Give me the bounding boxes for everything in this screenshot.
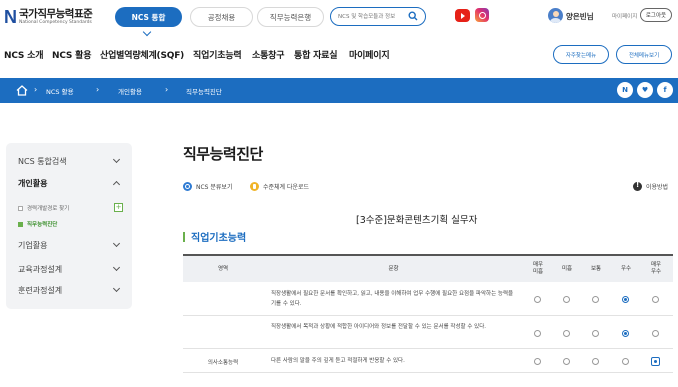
sidebar-item-business[interactable]: 기업활용	[18, 240, 47, 251]
bookmark-icon[interactable]: ♥	[637, 82, 653, 98]
breadcrumb: › NCS 활용 › 개인활용 › 직무능력진단 N ♥ f	[0, 78, 678, 103]
column-header-very-good: 매우 우수	[650, 262, 662, 275]
sidebar-subitem-career-path[interactable]: 경력개발경로 찾기	[18, 204, 69, 212]
tab-fair-hiring[interactable]: 공정채용	[190, 7, 253, 27]
avatar	[548, 8, 563, 23]
column-header-good: 우수	[620, 265, 632, 272]
column-header-domain: 영역	[217, 265, 229, 272]
rating-radio-good[interactable]	[622, 358, 629, 365]
info-icon	[633, 181, 642, 191]
question-text: 직장생활에서 필요한 문서를 확인하고, 읽고, 내용을 이해하여 업무 수행에…	[271, 291, 514, 307]
breadcrumb-item-diagnosis[interactable]: 직무능력진단	[186, 86, 222, 96]
column-header-average: 보통	[590, 265, 602, 272]
checkbox-icon	[18, 205, 23, 211]
breadcrumb-separator-icon: ›	[96, 85, 100, 94]
column-header-very-poor: 매우 미흡	[532, 262, 544, 275]
question-text: 직장생활에서 목적과 상황에 적합한 아이디어와 정보를 전달할 수 있는 문서…	[271, 324, 487, 330]
rating-radio-average[interactable]	[592, 330, 599, 337]
nav-item-communication[interactable]: 소통창구	[252, 48, 285, 61]
breadcrumb-item-ncs-use[interactable]: NCS 활용	[46, 86, 74, 96]
chevron-down-icon[interactable]	[112, 263, 121, 272]
table-row: 직장생활에서 필요한 문서를 확인하고, 읽고, 내용을 이해하여 업무 수행에…	[183, 282, 673, 316]
breadcrumb-separator-icon: ›	[34, 85, 38, 94]
sidebar-item-ncs-search[interactable]: NCS 통합검색	[18, 156, 67, 167]
sidebar-item-curriculum[interactable]: 교육과정설계	[18, 264, 62, 275]
usage-guide-button[interactable]: 이용방법	[633, 181, 668, 191]
logo-title: 국가직무능력표준	[19, 8, 93, 20]
chevron-up-icon[interactable]	[112, 180, 121, 189]
search-input[interactable]	[338, 11, 408, 22]
search-icon[interactable]	[408, 11, 418, 21]
breadcrumb-separator-icon: ›	[165, 85, 169, 94]
sidebar-item-training[interactable]: 훈련과정설계	[18, 285, 62, 296]
home-icon[interactable]	[16, 85, 28, 96]
breadcrumb-item-personal[interactable]: 개인활용	[118, 86, 142, 96]
column-header-poor: 미흡	[561, 265, 573, 272]
top-bar: N 국가직무능력표준 National Competency Standards…	[0, 0, 678, 37]
rating-radio-very-poor[interactable]	[534, 330, 541, 337]
rating-radio-good[interactable]	[622, 296, 629, 303]
nav-item-basic-competency[interactable]: 직업기초능력	[193, 48, 242, 61]
rating-radio-poor[interactable]	[563, 296, 570, 303]
all-menu-button[interactable]: 전체메뉴보기	[616, 45, 672, 64]
nav-item-ncs-use[interactable]: NCS 활용	[52, 48, 91, 61]
favorites-menu-button[interactable]: 자주찾는메뉴	[553, 45, 609, 64]
rating-radio-very-good[interactable]	[652, 330, 659, 337]
rating-radio-average[interactable]	[592, 296, 599, 303]
domain-label: 의사소통능력	[207, 360, 239, 366]
instagram-icon[interactable]	[475, 8, 489, 22]
rating-radio-very-poor[interactable]	[534, 296, 541, 303]
rating-radio-very-good[interactable]	[651, 357, 660, 366]
plus-icon[interactable]: +	[114, 203, 123, 212]
youtube-icon[interactable]	[455, 9, 470, 22]
rating-radio-average[interactable]	[592, 358, 599, 365]
nav-item-ncs-intro[interactable]: NCS 소개	[4, 48, 43, 61]
level-download-button[interactable]: 수준체계 다운로드	[250, 182, 309, 191]
search-icon	[183, 182, 192, 191]
table-row: 직장생활에서 목적과 상황에 적합한 아이디어와 정보를 전달할 수 있는 문서…	[183, 316, 673, 349]
rating-radio-poor[interactable]	[563, 358, 570, 365]
level-title: [3수준]문화콘텐츠기획 실무자	[356, 215, 478, 226]
user-name: 양은빈님	[566, 12, 594, 21]
question-text: 다른 사람의 말을 주의 깊게 듣고 적절하게 반응할 수 있다.	[271, 358, 405, 364]
table-header: 영역 문항 매우 미흡 미흡 보통 우수 매우 우수	[183, 254, 673, 282]
column-header-question: 문항	[388, 265, 399, 272]
sidebar-item-personal[interactable]: 개인활용	[18, 178, 47, 189]
ncs-logo-icon: N	[4, 7, 17, 27]
chevron-down-icon[interactable]	[112, 284, 121, 293]
search-box	[330, 7, 426, 26]
main-nav: NCS 소개 NCS 활용 산업별역량체계(SQF) 직업기초능력 소통창구 통…	[0, 40, 678, 70]
rating-radio-very-good[interactable]	[652, 296, 659, 303]
section-bar-icon	[183, 231, 185, 242]
tab-competency-bank[interactable]: 직무능력은행	[257, 7, 324, 27]
chevron-down-icon[interactable]	[112, 239, 121, 248]
nav-item-sqf[interactable]: 산업별역량체계(SQF)	[100, 48, 184, 61]
site-logo[interactable]: N 국가직무능력표준 National Competency Standards	[4, 7, 93, 27]
nav-item-archive[interactable]: 통합 자료실	[294, 48, 338, 61]
download-icon	[250, 182, 259, 191]
rating-radio-poor[interactable]	[563, 330, 570, 337]
rating-radio-good[interactable]	[622, 330, 629, 337]
logo-subtitle: National Competency Standards	[19, 20, 92, 25]
facebook-share-icon[interactable]: f	[657, 82, 673, 98]
checkbox-icon	[18, 221, 23, 227]
chevron-down-icon[interactable]	[112, 155, 121, 164]
sidebar: NCS 통합검색 개인활용 경력개발경로 찾기 + 직무능력진단 기업활용 교육…	[6, 143, 132, 309]
chevron-down-icon	[142, 27, 152, 37]
classification-view-button[interactable]: NCS 분류보기	[183, 182, 232, 191]
section-title: 직업기초능력	[183, 229, 246, 244]
tab-ncs[interactable]: NCS 통합	[115, 7, 182, 27]
naver-share-icon[interactable]: N	[617, 82, 633, 98]
page-title: 직무능력진단	[183, 145, 263, 163]
logout-button[interactable]: 로그아웃	[640, 8, 672, 22]
rating-radio-very-poor[interactable]	[534, 358, 541, 365]
nav-item-mypage[interactable]: 마이페이지	[349, 48, 390, 61]
mypage-link[interactable]: 마이페이지	[612, 12, 637, 20]
sidebar-subitem-diagnosis[interactable]: 직무능력진단	[18, 220, 57, 228]
